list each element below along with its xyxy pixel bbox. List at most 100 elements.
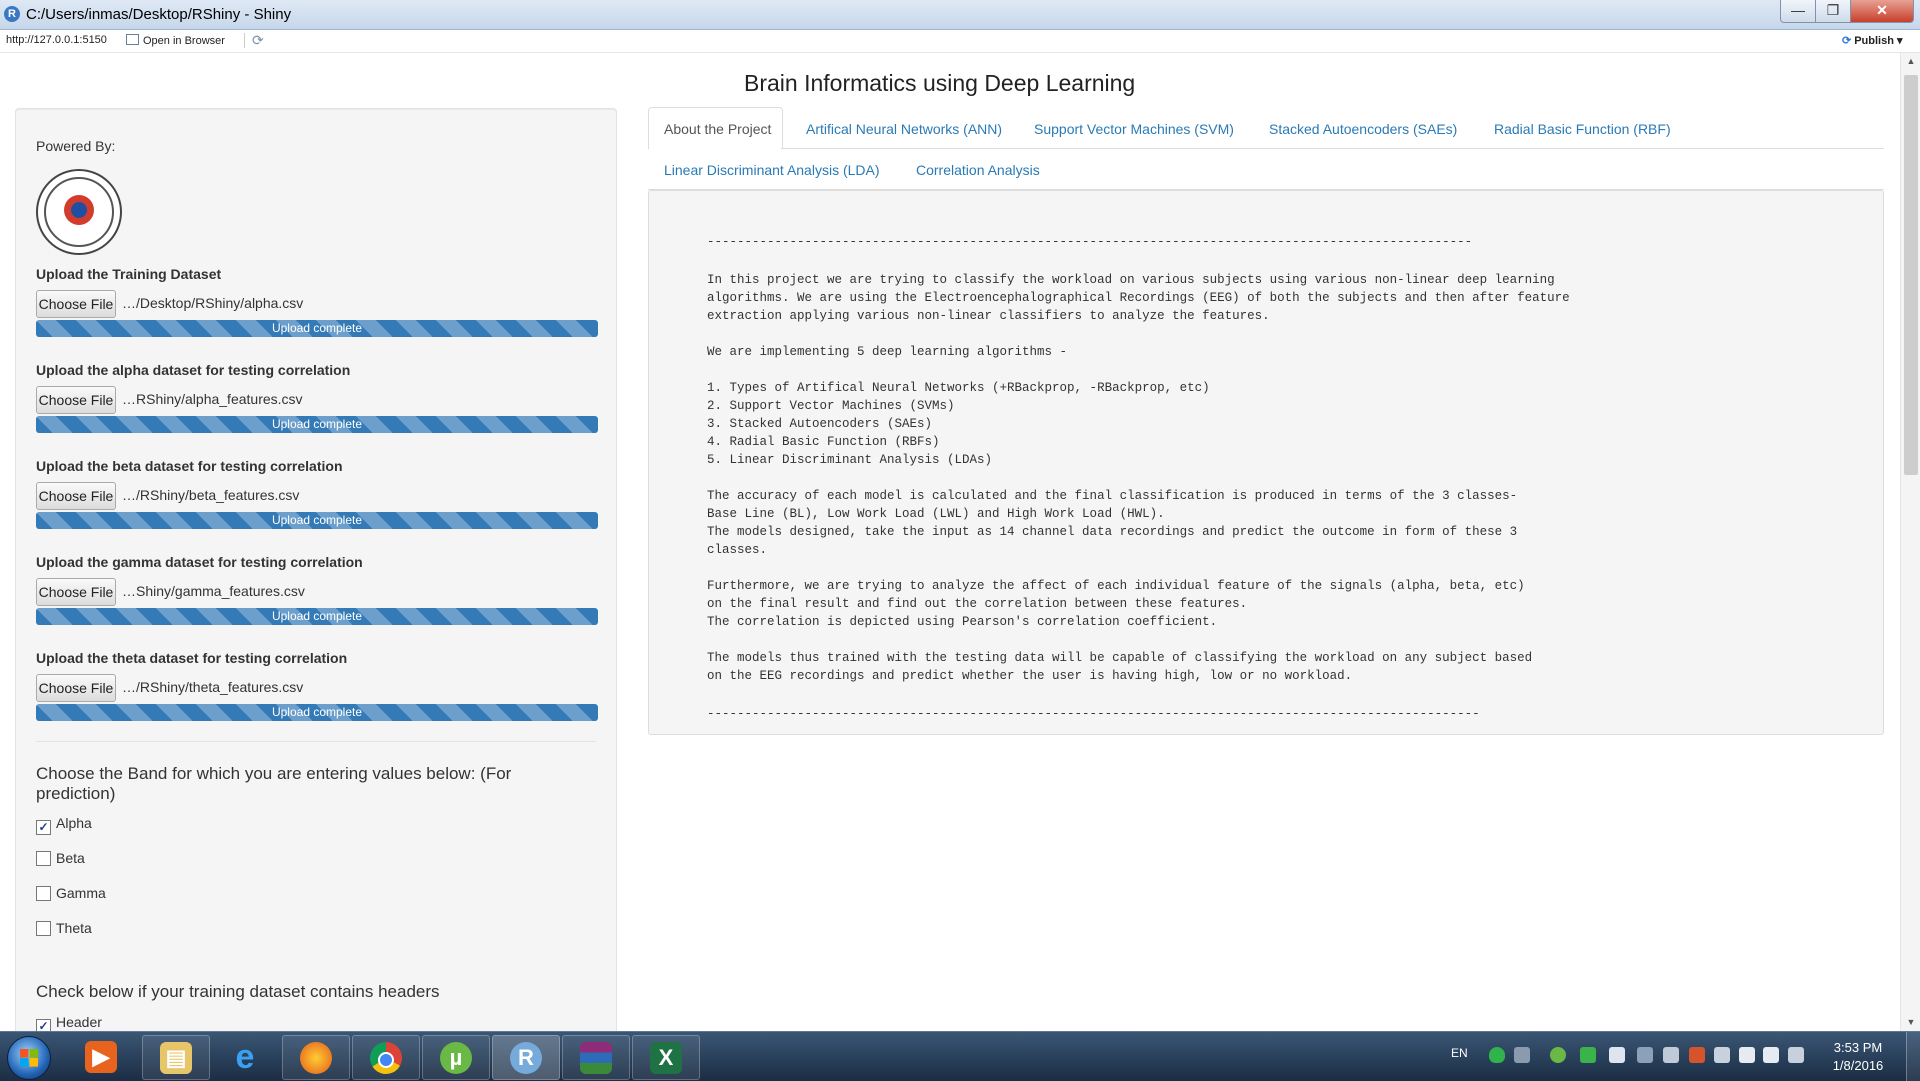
upload-alpha-label: Upload the alpha dataset for testing cor… bbox=[36, 362, 351, 378]
choose-file-button[interactable]: Choose File bbox=[36, 386, 116, 414]
device-tray-icon[interactable] bbox=[1637, 1047, 1653, 1063]
page-scrollbar[interactable]: ▲ ▼ bbox=[1900, 53, 1920, 1031]
header-check-label: Check below if your training dataset con… bbox=[36, 982, 440, 1001]
taskbar-rstudio[interactable]: R bbox=[492, 1035, 560, 1080]
system-clock[interactable]: 3:53 PM 1/8/2016 bbox=[1828, 1039, 1888, 1075]
band-choice-label: Choose the Band for which you are enteri… bbox=[36, 764, 512, 803]
tab-saes[interactable]: Stacked Autoencoders (SAEs) bbox=[1269, 121, 1457, 137]
network-icon[interactable] bbox=[1514, 1047, 1530, 1063]
taskbar-firefox[interactable] bbox=[282, 1035, 350, 1080]
show-desktop-button[interactable] bbox=[1906, 1032, 1920, 1081]
band-checkbox-gamma[interactable]: Gamma bbox=[36, 885, 106, 905]
scroll-up-arrow-icon[interactable]: ▲ bbox=[1901, 53, 1920, 70]
about-line: We are implementing 5 deep learning algo… bbox=[707, 345, 1068, 359]
taskbar-excel[interactable]: X bbox=[632, 1035, 700, 1080]
selected-file-name: …/Desktop/RShiny/alpha.csv bbox=[122, 295, 304, 311]
band-label-theta: Theta bbox=[56, 920, 92, 936]
security-shield-icon[interactable] bbox=[1489, 1047, 1505, 1063]
about-line: 1. Types of Artifical Neural Networks (+… bbox=[707, 381, 1210, 395]
volume-muted-icon[interactable] bbox=[1663, 1047, 1679, 1063]
clock-time: 3:53 PM bbox=[1833, 1040, 1883, 1055]
band-checkbox-beta[interactable]: Beta bbox=[36, 850, 85, 870]
viewer-toolbar: http://127.0.0.1:5150 Open in Browser ⟳ … bbox=[0, 30, 1920, 53]
about-rule-bottom: ----------------------------------------… bbox=[707, 707, 1480, 721]
language-indicator[interactable]: EN bbox=[1451, 1046, 1468, 1060]
winrar-icon bbox=[580, 1042, 612, 1074]
about-line: Base Line (BL), Low Work Load (LWL) and … bbox=[707, 507, 1165, 521]
checkbox-checked-icon[interactable]: ✓ bbox=[36, 820, 51, 835]
publish-icon: ⟳ bbox=[1842, 35, 1852, 47]
about-line: extraction applying various non-linear c… bbox=[707, 309, 1270, 323]
tab-svm[interactable]: Support Vector Machines (SVM) bbox=[1034, 121, 1234, 137]
firefox-icon bbox=[300, 1042, 332, 1074]
tab-lda[interactable]: Linear Discriminant Analysis (LDA) bbox=[664, 162, 880, 178]
about-rule-top: ----------------------------------------… bbox=[707, 235, 1473, 249]
upload-progress-bar: Upload complete bbox=[36, 512, 598, 529]
scroll-down-arrow-icon[interactable]: ▼ bbox=[1901, 1014, 1920, 1031]
selected-file-name: …/RShiny/theta_features.csv bbox=[122, 679, 304, 695]
url-display: http://127.0.0.1:5150 bbox=[6, 34, 107, 46]
tab-rbf[interactable]: Radial Basic Function (RBF) bbox=[1494, 121, 1671, 137]
minimize-button[interactable]: — bbox=[1780, 0, 1816, 23]
action-center-flag-icon[interactable] bbox=[1739, 1047, 1755, 1063]
internet-explorer-icon: e bbox=[235, 1038, 255, 1076]
drdo-logo bbox=[36, 169, 122, 255]
utorrent-icon: µ bbox=[440, 1042, 472, 1074]
band-checkbox-theta[interactable]: Theta bbox=[36, 920, 92, 940]
choose-file-button[interactable]: Choose File bbox=[36, 674, 116, 702]
window-titlebar: R C:/Users/inmas/Desktop/RShiny - Shiny … bbox=[0, 0, 1920, 30]
choose-file-button[interactable]: Choose File bbox=[36, 290, 116, 318]
window-title: C:/Users/inmas/Desktop/RShiny - Shiny bbox=[26, 6, 292, 23]
tab-correlation[interactable]: Correlation Analysis bbox=[916, 162, 1040, 178]
choose-file-button[interactable]: Choose File bbox=[36, 578, 116, 606]
display-tray-icon[interactable] bbox=[1788, 1047, 1804, 1063]
checkbox-unchecked-icon[interactable] bbox=[36, 851, 51, 866]
open-in-browser-button[interactable]: Open in Browser bbox=[126, 34, 225, 47]
about-line: classes. bbox=[707, 543, 768, 557]
close-button[interactable]: ✕ bbox=[1850, 0, 1914, 23]
tab-about-project-label[interactable]: About the Project bbox=[664, 121, 771, 137]
sidebar-divider bbox=[36, 741, 596, 742]
taskbar-winrar[interactable] bbox=[562, 1035, 630, 1080]
about-line: 4. Radial Basic Function (RBFs) bbox=[707, 435, 940, 449]
browser-window-icon bbox=[126, 34, 139, 45]
maximize-button[interactable]: ❐ bbox=[1815, 0, 1851, 23]
eye-tray-icon[interactable] bbox=[1609, 1047, 1625, 1063]
windows-taskbar: ▶ ▤ e µ R X EN 3:53 PM 1/8/2016 bbox=[0, 1031, 1920, 1081]
header-checkbox-label: Header bbox=[56, 1014, 102, 1030]
scrollbar-thumb[interactable] bbox=[1904, 75, 1918, 475]
taskbar-internet-explorer[interactable]: e bbox=[212, 1035, 278, 1078]
taskbar-utorrent[interactable]: µ bbox=[422, 1035, 490, 1080]
taskbar-chrome[interactable] bbox=[352, 1035, 420, 1080]
taskbar-explorer[interactable]: ▤ bbox=[142, 1035, 210, 1080]
band-checkbox-alpha[interactable]: ✓ Alpha bbox=[36, 815, 92, 835]
rstudio-icon: R bbox=[510, 1042, 542, 1074]
tab-ann[interactable]: Artifical Neural Networks (ANN) bbox=[806, 121, 1002, 137]
about-content-panel: ----------------------------------------… bbox=[648, 190, 1884, 735]
excel-icon: X bbox=[650, 1042, 682, 1074]
upload-gamma-label: Upload the gamma dataset for testing cor… bbox=[36, 554, 363, 570]
q-app-tray-icon[interactable] bbox=[1580, 1047, 1596, 1063]
windows-tray-icon[interactable] bbox=[1763, 1047, 1779, 1063]
file-explorer-icon: ▤ bbox=[160, 1042, 192, 1074]
utorrent-tray-icon[interactable] bbox=[1550, 1047, 1566, 1063]
about-line: The correlation is depicted using Pearso… bbox=[707, 615, 1218, 629]
publish-button[interactable]: ⟳ Publish ▾ bbox=[1842, 34, 1903, 47]
choose-file-button[interactable]: Choose File bbox=[36, 482, 116, 510]
upload-beta-label: Upload the beta dataset for testing corr… bbox=[36, 458, 343, 474]
about-line: The models thus trained with the testing… bbox=[707, 651, 1533, 665]
checkbox-unchecked-icon[interactable] bbox=[36, 886, 51, 901]
upload-progress-bar: Upload complete bbox=[36, 416, 598, 433]
upload-progress-bar: Upload complete bbox=[36, 704, 598, 721]
start-button[interactable] bbox=[7, 1036, 51, 1080]
checkbox-unchecked-icon[interactable] bbox=[36, 921, 51, 936]
page-title: Brain Informatics using Deep Learning bbox=[744, 70, 1136, 96]
selected-file-name: …Shiny/gamma_features.csv bbox=[122, 583, 305, 599]
about-line: on the final result and find out the cor… bbox=[707, 597, 1248, 611]
power-icon[interactable] bbox=[1714, 1047, 1730, 1063]
refresh-icon[interactable]: ⟳ bbox=[252, 32, 264, 49]
taskbar-media-player[interactable]: ▶ bbox=[68, 1035, 134, 1078]
sidebar-panel: Powered By: Upload the Training Dataset … bbox=[15, 108, 617, 1070]
about-line: In this project we are trying to classif… bbox=[707, 273, 1555, 287]
app-tray-icon[interactable] bbox=[1689, 1047, 1705, 1063]
